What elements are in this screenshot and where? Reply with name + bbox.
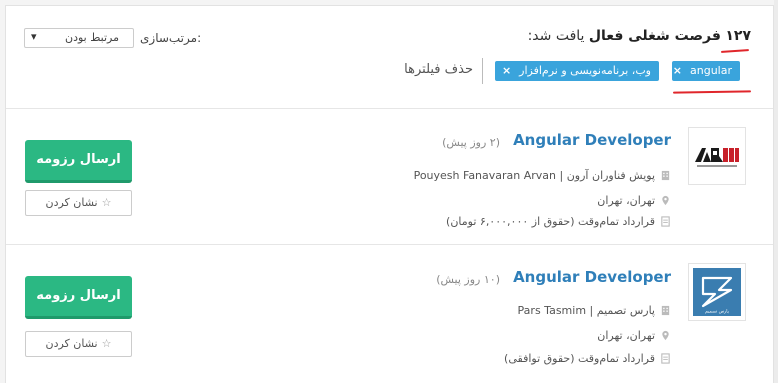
company-logo[interactable] <box>688 127 746 185</box>
document-icon <box>661 216 670 227</box>
location-text: تهران، تهران <box>597 329 655 342</box>
sort-select[interactable]: مرتبط بودن ▾ <box>24 28 134 48</box>
pars-tasmim-logo-text: پارس تصمیم <box>705 310 730 315</box>
location-pin-icon <box>662 330 669 341</box>
contract-text: قرارداد تمام‌وقت (حقوق از ۶,۰۰۰,۰۰۰ توما… <box>446 215 655 228</box>
send-resume-button[interactable]: ارسال رزومه <box>25 140 132 183</box>
company-name[interactable]: پویش فناوران آرون | Pouyesh Fanavaran Ar… <box>414 169 655 182</box>
annotation-underline-count <box>720 49 750 53</box>
document-icon <box>661 353 670 364</box>
arvan-logo-icon <box>689 128 745 184</box>
filter-chip-label: angular <box>690 64 732 77</box>
building-icon <box>661 305 670 316</box>
bookmark-button[interactable]: ☆نشان کردن <box>25 331 132 357</box>
result-count-title: ۱۲۷ فرصت شغلی فعال یافت شد: <box>528 28 751 44</box>
location-pin-icon <box>662 195 669 206</box>
job-title-link[interactable]: Angular Developer <box>513 268 671 286</box>
clear-filters-link[interactable]: حذف فیلترها <box>404 62 473 77</box>
job-contract: قرارداد تمام‌وقت (حقوق توافقی) <box>504 352 671 365</box>
chevron-down-icon: ▾ <box>31 30 37 43</box>
bookmark-label: نشان کردن <box>45 196 98 209</box>
bookmark-label: نشان کردن <box>45 337 98 350</box>
pars-tasmim-logo-icon: پارس تصمیم <box>689 264 745 320</box>
close-icon[interactable]: × <box>673 64 682 77</box>
contract-text: قرارداد تمام‌وقت (حقوق توافقی) <box>504 352 655 365</box>
job-posted-age: (۲ روز پیش) <box>442 136 500 149</box>
location-text: تهران، تهران <box>597 194 655 207</box>
job-location: تهران، تهران <box>597 194 671 207</box>
sort-label: مرتب‌سازی: <box>140 31 202 45</box>
star-icon: ☆ <box>101 196 112 209</box>
job-company: پویش فناوران آرون | Pouyesh Fanavaran Ar… <box>414 169 671 182</box>
page-scrollbar[interactable] <box>774 0 778 383</box>
send-resume-button[interactable]: ارسال رزومه <box>25 276 132 319</box>
filter-chip-web-software[interactable]: وب، برنامه‌نویسی و نرم‌افزار × <box>495 61 659 81</box>
filter-chip-label: وب، برنامه‌نویسی و نرم‌افزار <box>519 64 651 77</box>
filter-divider <box>482 58 483 84</box>
star-icon: ☆ <box>101 337 112 350</box>
job-card: پارس تصمیم Angular Developer (۱۰ روز پیش… <box>6 246 773 382</box>
result-count: ۱۲۷ <box>725 28 751 44</box>
job-title-link[interactable]: Angular Developer <box>513 131 671 149</box>
result-found-label: یافت شد: <box>527 28 585 44</box>
annotation-underline-chip <box>672 90 752 94</box>
bookmark-button[interactable]: ☆نشان کردن <box>25 190 132 216</box>
job-card: Angular Developer (۲ روز پیش) پویش فناور… <box>6 109 773 245</box>
close-icon[interactable]: × <box>502 64 511 77</box>
result-active-label: فرصت شغلی فعال <box>588 28 721 44</box>
job-contract: قرارداد تمام‌وقت (حقوق از ۶,۰۰۰,۰۰۰ توما… <box>446 215 671 228</box>
company-name[interactable]: پارس تصمیم | Pars Tasmim <box>518 304 655 317</box>
company-logo[interactable]: پارس تصمیم <box>688 263 746 321</box>
sort-selected-value: مرتبط بودن <box>64 31 119 44</box>
building-icon <box>661 170 670 181</box>
job-company: پارس تصمیم | Pars Tasmim <box>518 304 671 317</box>
job-location: تهران، تهران <box>597 329 671 342</box>
filter-chip-angular[interactable]: angular × <box>672 61 740 81</box>
results-header: ۱۲۷ فرصت شغلی فعال یافت شد: مرتب‌سازی: م… <box>6 6 773 109</box>
job-posted-age: (۱۰ روز پیش) <box>436 273 500 286</box>
job-search-panel: ۱۲۷ فرصت شغلی فعال یافت شد: مرتب‌سازی: م… <box>5 5 774 383</box>
